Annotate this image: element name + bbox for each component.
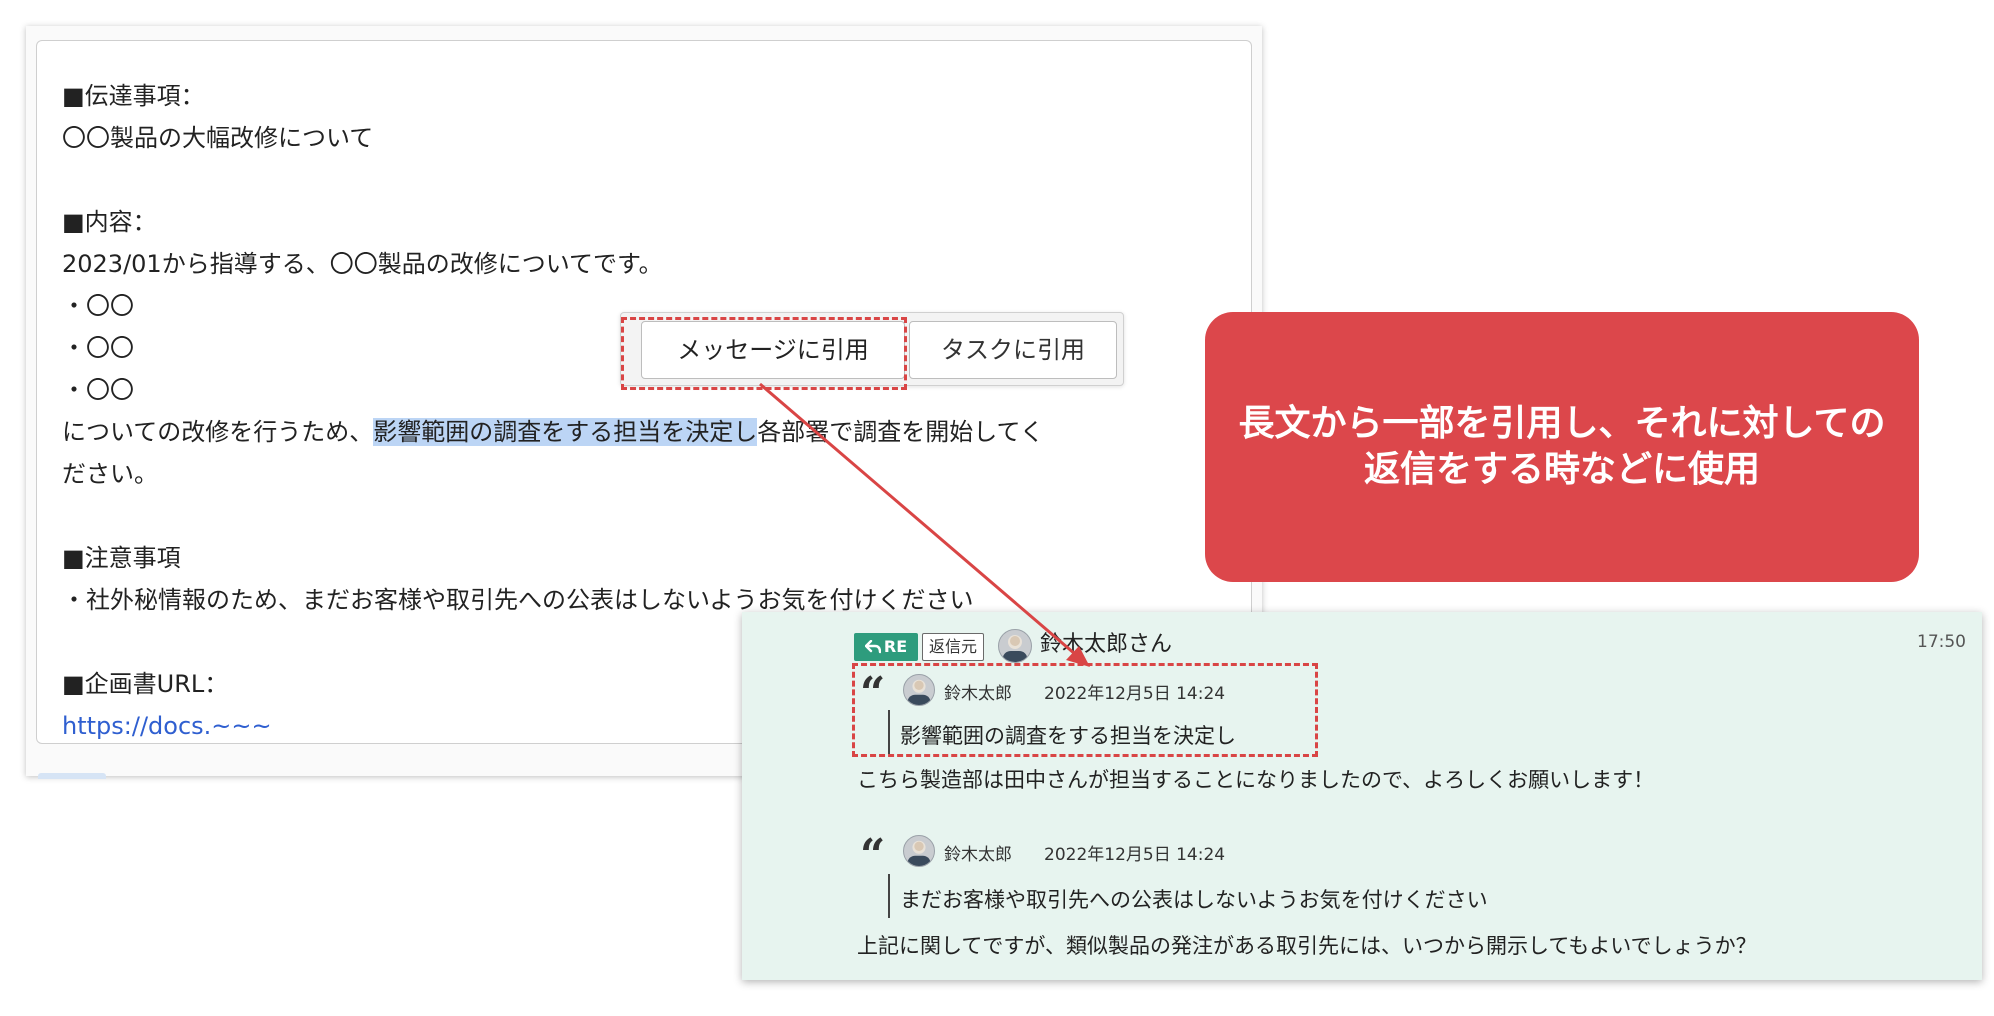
- message-line: ■注意事項: [62, 544, 181, 572]
- message-line: ■企画書URL：: [62, 670, 229, 698]
- avatar-icon: [998, 629, 1032, 663]
- docs-link[interactable]: https://docs.~~~: [62, 705, 272, 743]
- avatar-icon: [903, 674, 935, 706]
- message-line: ・〇〇: [62, 334, 134, 362]
- quote-to-task-button[interactable]: タスクに引用: [909, 321, 1117, 379]
- message-text: についての改修を行うため、: [62, 418, 374, 446]
- timestamp: 17:50: [1917, 632, 1966, 652]
- message-line: ■内容：: [62, 208, 157, 236]
- message-line: ・〇〇: [62, 376, 134, 404]
- quote-bar: [888, 710, 890, 754]
- explanation-callout: 長文から一部を引用し、それに対しての返信をする時などに使用: [1205, 312, 1919, 582]
- re-label: RE: [883, 637, 908, 656]
- quote-text: 影響範囲の調査をする担当を決定し: [900, 724, 1236, 748]
- message-line: ■伝達事項：: [62, 82, 205, 110]
- sender-name[interactable]: 鈴木太郎さん: [1040, 630, 1172, 660]
- callout-text: 長文から一部を引用し、それに対しての返信をする時などに使用: [1238, 403, 1886, 490]
- message-line-with-selection[interactable]: についての改修を行うため、影響範囲の調査をする担当を決定し各部署で調査を開始して…: [62, 411, 1044, 453]
- message-text: 各部署で調査を開始してく: [757, 418, 1044, 446]
- quote-bar: [888, 874, 890, 918]
- scroll-indicator: [38, 773, 106, 779]
- message-line: ださい。: [62, 460, 158, 488]
- message-line: 2023/01から指導する、〇〇製品の改修についてです。: [62, 250, 663, 278]
- reply-message-card: RE 返信元 鈴木太郎さん 17:50 “ 鈴木太郎 2022年12月5日 14…: [742, 612, 1982, 980]
- message-line: ・〇〇: [62, 292, 134, 320]
- quote-mark-icon: “: [860, 830, 886, 881]
- reply-text: こちら製造部は田中さんが担当することになりましたので、よろしくお願いします！: [857, 768, 1655, 792]
- quote-to-message-button[interactable]: メッセージに引用: [641, 321, 905, 379]
- quote-date: 2022年12月5日 14:24: [1044, 684, 1226, 704]
- quote-mark-icon: “: [860, 668, 886, 719]
- quote-author: 鈴木太郎: [944, 684, 1012, 704]
- message-line: 〇〇製品の大幅改修について: [62, 124, 374, 152]
- quote-author: 鈴木太郎: [944, 845, 1012, 865]
- avatar-icon: [903, 835, 935, 867]
- quote-text: まだお客様や取引先への公表はしないようお気を付けください: [900, 888, 1488, 912]
- reply-source-badge[interactable]: 返信元: [922, 633, 985, 661]
- reply-arrow-icon: [864, 640, 881, 654]
- quote-menu: メッセージに引用 タスクに引用: [620, 312, 1124, 386]
- selected-text[interactable]: 影響範囲の調査をする担当を決定し: [373, 418, 758, 446]
- reply-text: 上記に関してですが、類似製品の発注がある取引先には、いつから開示してもよいでしょ…: [857, 934, 1757, 958]
- re-badge[interactable]: RE: [854, 633, 918, 661]
- quote-date: 2022年12月5日 14:24: [1044, 845, 1226, 865]
